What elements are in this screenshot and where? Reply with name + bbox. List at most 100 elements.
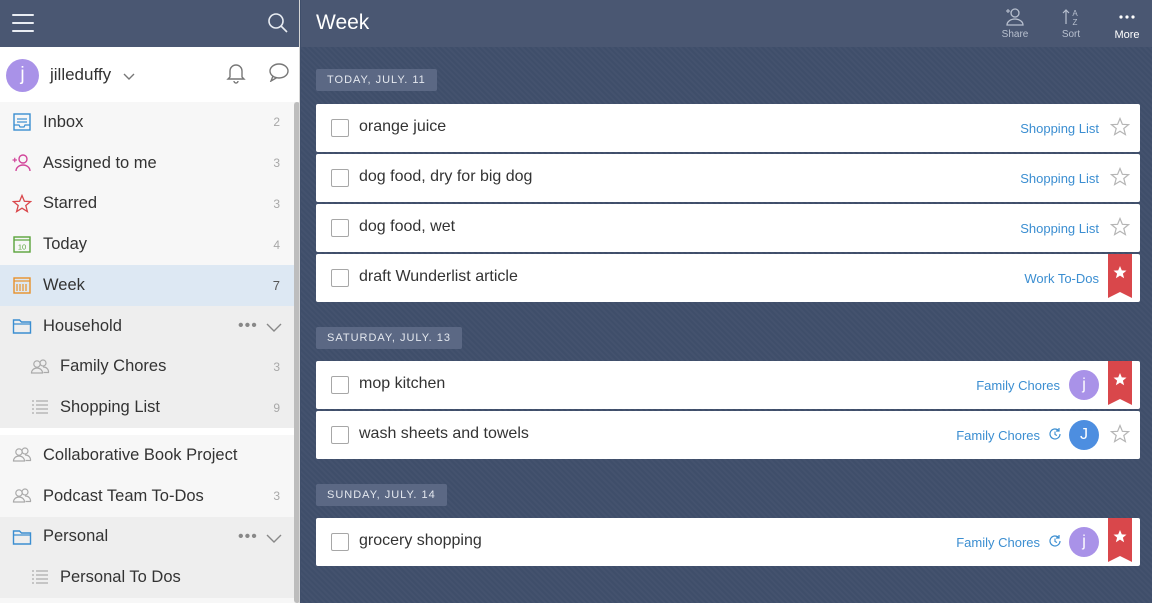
task-title[interactable]: dog food, wet: [359, 218, 455, 236]
share-button[interactable]: Share: [993, 7, 1037, 40]
sidebar-item-count: 3: [273, 359, 280, 374]
chevron-down-icon[interactable]: [266, 320, 282, 338]
sidebar-item-count: 3: [273, 156, 280, 171]
list-icon: [30, 397, 50, 417]
sidebar-item-label: Household: [43, 316, 122, 335]
task-list-link[interactable]: Family Chores: [956, 428, 1040, 443]
shared-list-icon: [12, 445, 32, 465]
sidebar: j jilleduffy Inbox 2 Assigned to me 3 St…: [0, 0, 300, 603]
sidebar-item-personal-to-dos[interactable]: Personal To Dos: [0, 557, 294, 598]
star-icon[interactable]: [1109, 116, 1131, 142]
task-title[interactable]: wash sheets and towels: [359, 425, 529, 443]
svg-text:A: A: [1072, 9, 1078, 18]
user-row[interactable]: j jilleduffy: [0, 47, 299, 102]
task-row[interactable]: grocery shopping Family Chores j: [316, 518, 1140, 566]
sidebar-item-count: 4: [273, 237, 280, 252]
more-button[interactable]: More: [1105, 7, 1149, 41]
sidebar-item-label: Inbox: [43, 112, 84, 131]
sidebar-item-shopping-list[interactable]: Shopping List 9: [0, 387, 294, 428]
repeat-icon: [1048, 427, 1062, 446]
star-icon[interactable]: [1109, 166, 1131, 192]
list-icon: [30, 567, 50, 587]
username[interactable]: jilleduffy: [50, 65, 111, 85]
task-list-link[interactable]: Work To-Dos: [1024, 271, 1099, 286]
sidebar-item-collaborative-book-project[interactable]: Collaborative Book Project: [0, 435, 294, 476]
assignee-avatar[interactable]: j: [1069, 370, 1099, 400]
task-row[interactable]: dog food, dry for big dog Shopping List: [316, 154, 1140, 202]
sidebar-item-inbox[interactable]: Inbox 2: [0, 102, 294, 143]
inbox-icon: [12, 112, 32, 132]
task-list-link[interactable]: Family Chores: [976, 378, 1060, 393]
scrollbar-thumb[interactable]: [294, 102, 299, 603]
starred-ribbon-icon[interactable]: [1108, 518, 1132, 562]
task-title[interactable]: mop kitchen: [359, 375, 445, 393]
starred-ribbon-icon[interactable]: [1108, 254, 1132, 298]
star-icon[interactable]: [1109, 423, 1131, 449]
task-row[interactable]: mop kitchen Family Chores j: [316, 361, 1140, 409]
task-list-link[interactable]: Family Chores: [956, 535, 1040, 550]
task-checkbox[interactable]: [331, 269, 349, 287]
task-row[interactable]: orange juice Shopping List: [316, 104, 1140, 152]
chevron-down-icon[interactable]: [123, 68, 135, 86]
sidebar-item-label: Personal To Dos: [60, 568, 181, 587]
sidebar-item-starred[interactable]: Starred 3: [0, 184, 294, 225]
sidebar-item-assigned[interactable]: Assigned to me 3: [0, 143, 294, 184]
sidebar-item-week[interactable]: Week 7: [0, 265, 294, 306]
shared-list-icon: [30, 357, 50, 377]
calendar-day-number: 10: [18, 243, 26, 252]
sidebar-item-family-chores[interactable]: Family Chores 3: [0, 346, 294, 388]
task-checkbox[interactable]: [331, 426, 349, 444]
main-panel: Week Share AZ Sort More TODAY, JULY. 11 …: [301, 0, 1152, 603]
task-title[interactable]: orange juice: [359, 118, 446, 136]
share-label: Share: [1001, 29, 1029, 40]
task-checkbox[interactable]: [331, 533, 349, 551]
sidebar-item-count: 2: [273, 115, 280, 130]
sidebar-scrollbar[interactable]: [294, 102, 299, 603]
task-list-link[interactable]: Shopping List: [1020, 121, 1099, 136]
task-checkbox[interactable]: [331, 169, 349, 187]
task-list-link[interactable]: Shopping List: [1020, 221, 1099, 236]
calendar-week-icon: [12, 275, 32, 295]
share-user-icon: [993, 7, 1037, 27]
task-checkbox[interactable]: [331, 219, 349, 237]
calendar-today-icon: 10: [12, 234, 32, 254]
task-row[interactable]: dog food, wet Shopping List: [316, 204, 1140, 252]
main-toolbar: Week Share AZ Sort More: [301, 0, 1152, 47]
more-dots-icon: [1105, 7, 1149, 27]
more-options-icon[interactable]: •••: [238, 528, 258, 546]
sidebar-item-label: Shopping List: [60, 398, 160, 417]
assignee-avatar[interactable]: j: [1069, 527, 1099, 557]
more-options-icon[interactable]: •••: [238, 317, 258, 335]
sidebar-divider: [0, 428, 294, 435]
search-icon[interactable]: [267, 12, 289, 34]
assignee-avatar[interactable]: J: [1069, 420, 1099, 450]
date-heading: TODAY, JULY. 11: [316, 69, 437, 91]
avatar[interactable]: j: [6, 59, 39, 92]
task-checkbox[interactable]: [331, 119, 349, 137]
sidebar-item-label: Assigned to me: [43, 153, 157, 172]
bell-icon[interactable]: [226, 62, 246, 89]
task-row[interactable]: wash sheets and towels Family Chores J: [316, 411, 1140, 459]
menu-icon[interactable]: [12, 14, 34, 32]
sidebar-toolbar: [0, 0, 299, 47]
sidebar-folder-household[interactable]: Household •••: [0, 305, 294, 347]
sidebar-folder-personal[interactable]: Personal •••: [0, 516, 294, 558]
date-heading: SUNDAY, JULY. 14: [316, 484, 447, 506]
shared-list-icon: [12, 486, 32, 506]
task-checkbox[interactable]: [331, 376, 349, 394]
comments-icon[interactable]: [268, 62, 290, 87]
star-icon[interactable]: [1109, 216, 1131, 242]
sort-button[interactable]: AZ Sort: [1049, 7, 1093, 40]
task-title[interactable]: grocery shopping: [359, 532, 482, 550]
task-row[interactable]: draft Wunderlist article Work To-Dos: [316, 254, 1140, 302]
sidebar-item-podcast-team[interactable]: Podcast Team To-Dos 3: [0, 476, 294, 517]
sidebar-item-count: 3: [273, 489, 280, 504]
sort-label: Sort: [1061, 29, 1081, 40]
starred-ribbon-icon[interactable]: [1108, 361, 1132, 405]
task-title[interactable]: draft Wunderlist article: [359, 268, 518, 286]
task-title[interactable]: dog food, dry for big dog: [359, 168, 532, 186]
task-list-link[interactable]: Shopping List: [1020, 171, 1099, 186]
sidebar-item-label: Week: [43, 275, 85, 294]
sidebar-item-today[interactable]: 10 Today 4: [0, 224, 294, 265]
chevron-down-icon[interactable]: [266, 531, 282, 549]
